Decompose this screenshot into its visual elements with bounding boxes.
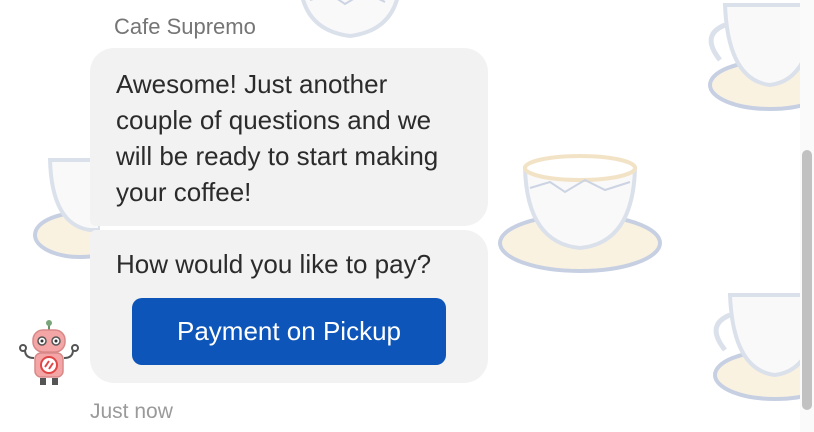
coffee-cup-icon	[301, 0, 399, 39]
message-bubble: Awesome! Just another couple of question…	[90, 48, 488, 226]
payment-on-pickup-button[interactable]: Payment on Pickup	[132, 298, 446, 365]
sender-name: Cafe Supremo	[114, 14, 256, 39]
question-bubble: How would you like to pay? Payment on Pi…	[90, 230, 488, 383]
message-timestamp: Just now	[90, 400, 173, 423]
robot-avatar-icon	[19, 320, 79, 385]
coffee-cup-icon	[713, 293, 814, 401]
scrollbar[interactable]	[800, 0, 814, 432]
coffee-cup-icon	[498, 154, 662, 273]
message-text: Awesome! Just another couple of question…	[116, 69, 439, 207]
question-text: How would you like to pay?	[116, 249, 432, 279]
coffee-cup-icon	[708, 3, 814, 111]
scrollbar-thumb[interactable]	[802, 150, 812, 410]
